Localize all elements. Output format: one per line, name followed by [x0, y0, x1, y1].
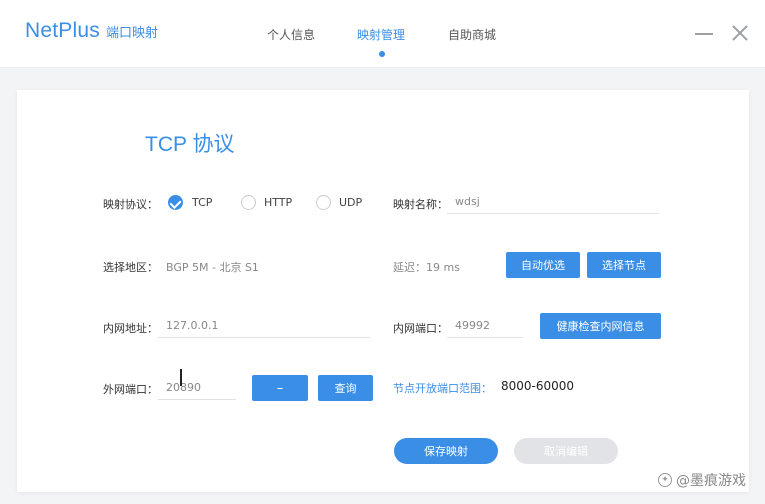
app-name: NetPlus — [25, 19, 100, 42]
query-button[interactable]: 查询 — [318, 375, 373, 401]
radio-tcp[interactable] — [168, 195, 183, 210]
local-port-input[interactable]: 49992 — [447, 314, 523, 338]
choose-node-button[interactable]: 选择节点 — [587, 252, 661, 278]
external-port-label: 外网端口： — [103, 383, 158, 396]
save-mapping-button[interactable]: 保存映射 — [394, 438, 498, 464]
mapping-name-value: wdsj — [455, 195, 480, 208]
tab-self-service-shop[interactable]: 自助商城 — [448, 26, 496, 43]
radio-tcp-label[interactable]: TCP — [192, 196, 212, 209]
port-range-label: 节点开放端口范围： — [393, 382, 492, 395]
external-port-input[interactable]: 20890 — [158, 376, 236, 400]
app-subtitle: 端口映射 — [105, 26, 158, 41]
mouse-cursor-icon — [180, 369, 182, 386]
local-address-value: 127.0.0.1 — [166, 319, 219, 332]
title-bar: NetPlus 端口映射 个人信息 映射管理 自助商城 — [0, 0, 765, 68]
watermark: ✦ @墨痕游戏 — [658, 470, 746, 490]
latency-text: 延迟：19 ms — [393, 261, 460, 274]
tab-mapping-management[interactable]: 映射管理 — [357, 26, 405, 43]
close-icon[interactable] — [729, 22, 751, 44]
minimize-icon[interactable] — [693, 22, 715, 44]
local-port-value: 49992 — [455, 319, 490, 332]
port-range-value: 8000-60000 — [501, 379, 575, 393]
radio-udp-label[interactable]: UDP — [339, 196, 362, 209]
cancel-edit-button[interactable]: 取消编辑 — [514, 438, 618, 464]
local-port-label: 内网端口： — [393, 322, 448, 335]
mapping-name-input[interactable]: wdsj — [447, 190, 659, 214]
local-address-label: 内网地址： — [103, 322, 158, 335]
radio-udp[interactable] — [316, 195, 331, 210]
active-tab-indicator — [379, 51, 385, 57]
radio-http-label[interactable]: HTTP — [264, 196, 292, 209]
external-port-value: 20890 — [166, 381, 201, 394]
mapping-name-label: 映射名称： — [393, 198, 448, 211]
app-logo: NetPlus 端口映射 — [25, 19, 158, 43]
form-panel — [17, 90, 749, 492]
region-value[interactable]: BGP 5M - 北京 S1 — [166, 259, 259, 275]
random-port-button[interactable]: – — [252, 375, 308, 401]
radio-http[interactable] — [241, 195, 256, 210]
auto-select-button[interactable]: 自动优选 — [506, 252, 580, 278]
protocol-label: 映射协议： — [103, 198, 158, 211]
watermark-text: @墨痕游戏 — [676, 473, 746, 489]
watermark-icon: ✦ — [658, 473, 672, 487]
health-check-button[interactable]: 健康检查内网信息 — [540, 313, 661, 339]
region-label: 选择地区： — [103, 261, 158, 274]
page-title: TCP 协议 — [145, 133, 235, 156]
local-address-input[interactable]: 127.0.0.1 — [158, 314, 370, 338]
tab-personal-info[interactable]: 个人信息 — [267, 26, 315, 43]
